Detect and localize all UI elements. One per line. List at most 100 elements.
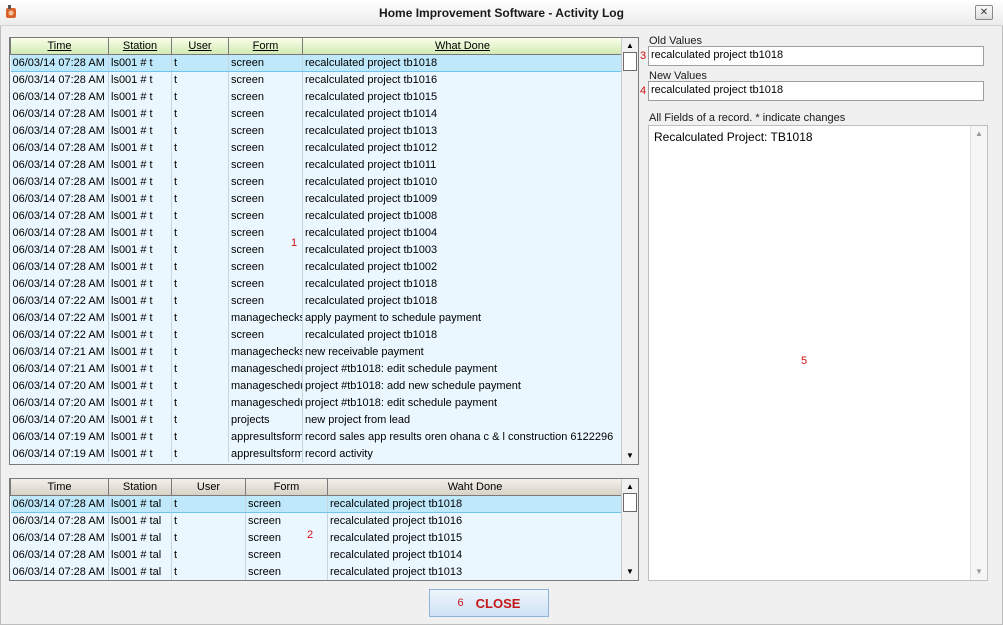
cell-time[interactable]: 06/03/14 07:21 AM [10,343,109,360]
cell-user[interactable]: t [171,275,229,292]
table-row[interactable]: 06/03/14 07:28 AM ls001 # t t screen recalcu… [10,53,623,72]
scroll-down-arrow-icon[interactable]: ▼ [622,564,638,580]
cell-station[interactable]: ls001 # t [108,241,172,258]
cell-time[interactable]: 06/03/14 07:28 AM [10,88,109,105]
cell-user[interactable]: t [171,207,229,224]
cell-user[interactable]: t [171,139,229,156]
close-button[interactable]: 6 CLOSE [429,589,549,617]
cell-form[interactable]: projects [228,411,303,428]
table-row[interactable]: 06/03/14 07:28 AM ls001 # t t screen recalcu… [10,241,623,258]
cell-user[interactable]: t [171,326,229,343]
cell-form[interactable]: screen [245,529,328,546]
cell-station[interactable]: ls001 # t [108,207,172,224]
table-row[interactable]: 06/03/14 07:28 AM ls001 # tal t screen recal… [10,563,623,580]
cell-what-done[interactable]: recalculated project tb1015 [302,88,623,105]
cell-station[interactable]: ls001 # t [108,377,172,394]
cell-user[interactable]: t [171,88,229,105]
cell-station[interactable]: ls001 # t [108,224,172,241]
cell-station[interactable]: ls001 # t [108,275,172,292]
cell-user[interactable]: t [171,512,246,529]
cell-user[interactable]: t [171,71,229,88]
cell-form[interactable]: screen [228,326,303,343]
column-header-station[interactable]: Station [108,479,172,496]
table-row[interactable]: 06/03/14 07:28 AM ls001 # tal t screen recal… [10,512,623,529]
cell-what-done[interactable]: recalculated project tb1016 [327,512,623,529]
cell-user[interactable]: t [171,529,246,546]
cell-user[interactable]: t [171,258,229,275]
cell-form[interactable]: managechecks [228,343,303,360]
table-row[interactable]: 06/03/14 07:19 AM ls001 # t t appresultsfor… [10,428,623,445]
cell-user[interactable]: t [171,53,229,72]
cell-user[interactable]: t [171,445,229,462]
column-header-form[interactable]: Form [228,38,303,55]
cell-what-done[interactable]: recalculated project tb1012 [302,139,623,156]
cell-time[interactable]: 06/03/14 07:28 AM [10,173,109,190]
table-row[interactable]: 06/03/14 07:28 AM ls001 # t t screen recalcu… [10,105,623,122]
cell-form[interactable]: appresultsform [228,445,303,462]
detail-grid-scrollbar[interactable]: ▲ ▼ [621,479,638,580]
cell-what-done[interactable]: record activity [302,445,623,462]
cell-form[interactable]: screen [228,139,303,156]
cell-station[interactable]: ls001 # t [108,173,172,190]
cell-time[interactable]: 06/03/14 07:28 AM [10,494,109,513]
table-row[interactable]: 06/03/14 07:28 AM ls001 # t t screen recalcu… [10,207,623,224]
cell-station[interactable]: ls001 # t [108,309,172,326]
cell-form[interactable]: screen [228,173,303,190]
cell-station[interactable]: ls001 # t [108,360,172,377]
cell-what-done[interactable]: recalculated project tb1018 [302,53,623,72]
table-row[interactable]: 06/03/14 07:21 AM ls001 # t t managechecks n… [10,343,623,360]
cell-what-done[interactable]: recalculated project tb1014 [302,105,623,122]
cell-what-done[interactable]: recalculated project tb1002 [302,258,623,275]
cell-form[interactable]: screen [245,563,328,580]
cell-what-done[interactable]: new project from lead [302,411,623,428]
cell-station[interactable]: ls001 # t [108,292,172,309]
cell-form[interactable]: screen [228,122,303,139]
cell-station[interactable]: ls001 # tal [108,529,172,546]
cell-station[interactable]: ls001 # t [108,156,172,173]
column-header-user[interactable]: User [171,38,229,55]
cell-user[interactable]: t [171,546,246,563]
cell-station[interactable]: ls001 # t [108,105,172,122]
cell-user[interactable]: t [171,428,229,445]
cell-station[interactable]: ls001 # tal [108,512,172,529]
cell-user[interactable]: t [171,292,229,309]
cell-form[interactable]: manageschedu [228,394,303,411]
table-row[interactable]: 06/03/14 07:20 AM ls001 # t t manageschedu p… [10,377,623,394]
cell-time[interactable]: 06/03/14 07:28 AM [10,105,109,122]
cell-what-done[interactable]: recalculated project tb1016 [302,71,623,88]
cell-user[interactable]: t [171,360,229,377]
table-row[interactable]: 06/03/14 07:28 AM ls001 # t t screen recalcu… [10,275,623,292]
cell-user[interactable]: t [171,394,229,411]
cell-what-done[interactable]: recalculated project tb1018 [327,494,623,513]
cell-station[interactable]: ls001 # t [108,326,172,343]
cell-what-done[interactable]: recalculated project tb1004 [302,224,623,241]
cell-station[interactable]: ls001 # t [108,53,172,72]
cell-station[interactable]: ls001 # t [108,343,172,360]
cell-what-done[interactable]: recalculated project tb1013 [302,122,623,139]
column-header-time[interactable]: Time [10,479,109,496]
cell-user[interactable]: t [171,190,229,207]
cell-what-done[interactable]: project #tb1018: edit schedule payment [302,394,623,411]
cell-what-done[interactable]: recalculated project tb1013 [327,563,623,580]
table-row[interactable]: 06/03/14 07:28 AM ls001 # t t screen recalcu… [10,156,623,173]
cell-station[interactable]: ls001 # t [108,88,172,105]
cell-time[interactable]: 06/03/14 07:28 AM [10,207,109,224]
cell-station[interactable]: ls001 # tal [108,494,172,513]
table-row[interactable]: 06/03/14 07:19 AM ls001 # t t appresultsfor… [10,445,623,462]
cell-time[interactable]: 06/03/14 07:19 AM [10,445,109,462]
cell-what-done[interactable]: recalculated project tb1009 [302,190,623,207]
cell-time[interactable]: 06/03/14 07:28 AM [10,156,109,173]
old-values-field[interactable]: recalculated project tb1018 [648,46,984,66]
cell-form[interactable]: manageschedu [228,360,303,377]
cell-what-done[interactable]: new receivable payment [302,343,623,360]
all-fields-memo[interactable]: Recalculated Project: TB1018 5 ▲ ▼ [648,125,988,581]
cell-what-done[interactable]: recalculated project tb1018 [302,292,623,309]
cell-form[interactable]: screen [245,512,328,529]
cell-form[interactable]: manageschedu [228,377,303,394]
cell-what-done[interactable]: recalculated project tb1015 [327,529,623,546]
new-values-field[interactable]: recalculated project tb1018 [648,81,984,101]
cell-time[interactable]: 06/03/14 07:28 AM [10,71,109,88]
cell-what-done[interactable]: project #tb1018: add new schedule paymen… [302,377,623,394]
cell-user[interactable]: t [171,224,229,241]
cell-what-done[interactable]: recalculated project tb1003 [302,241,623,258]
